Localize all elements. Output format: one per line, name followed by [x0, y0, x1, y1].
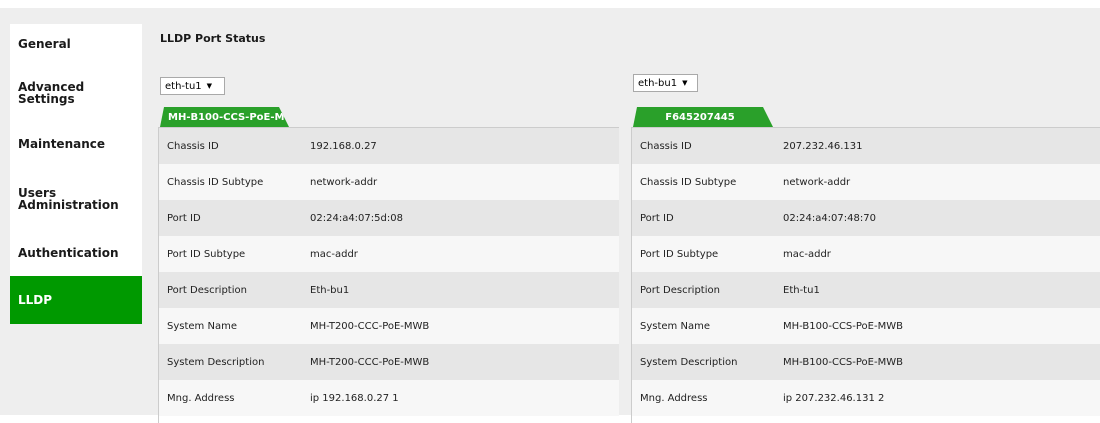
row-label: Port Description — [167, 284, 247, 296]
row-value: mac-addr — [310, 248, 358, 260]
sidebar-nav: General Advanced Settings Maintenance Us… — [10, 24, 142, 324]
row-value: 02:24:a4:07:5d:08 — [310, 212, 403, 224]
sidebar-item-general[interactable]: General — [10, 24, 142, 64]
row-value: 02:24:a4:07:48:70 — [783, 212, 876, 224]
chevron-down-icon: ▼ — [682, 79, 688, 87]
sidebar-item-advanced-settings[interactable]: Advanced Settings — [10, 64, 142, 121]
sidebar-item-label: General — [18, 37, 71, 51]
table-row: Port ID Subtype mac-addr — [159, 236, 619, 272]
port-select-right[interactable]: eth-bu1 ▼ — [633, 74, 698, 92]
table-row: Chassis ID 207.232.46.131 — [632, 128, 1100, 164]
table-row: Chassis ID Subtype network-addr — [159, 164, 619, 200]
row-label: Port ID Subtype — [640, 248, 719, 260]
row-value: ip 207.232.46.131 2 — [783, 392, 885, 404]
row-value: MH-T200-CCC-PoE-MWB — [310, 356, 430, 368]
table-row: Port ID 02:24:a4:07:5d:08 — [159, 200, 619, 236]
neighbor-tab-label: F645207445 — [665, 111, 735, 123]
table-row: Port ID Subtype mac-addr — [632, 236, 1100, 272]
row-label: Port ID Subtype — [167, 248, 246, 260]
port-select-left[interactable]: eth-tu1 ▼ — [160, 77, 225, 95]
sidebar-item-users-administration[interactable]: Users Administration — [10, 167, 142, 230]
sidebar-item-authentication[interactable]: Authentication — [10, 230, 142, 276]
row-value: 207.232.46.131 — [783, 140, 863, 152]
row-value: MH-T200-CCC-PoE-MWB — [310, 320, 430, 332]
row-label: System Name — [640, 320, 710, 332]
row-value: MH-B100-CCS-PoE-MWB — [783, 356, 903, 368]
neighbor-tab-left[interactable]: MH-B100-CCS-PoE-M... — [160, 107, 289, 127]
table-row: Chassis ID 192.168.0.27 — [159, 128, 619, 164]
neighbor-tab-right[interactable]: F645207445 — [633, 107, 773, 127]
sidebar-item-label: Maintenance — [18, 137, 106, 151]
row-value: Eth-bu1 — [310, 284, 350, 296]
table-row: Mng. Address ip 192.168.0.27 1 — [159, 380, 619, 416]
port-select-value: eth-tu1 — [165, 80, 202, 92]
table-row: System Name MH-B100-CCS-PoE-MWB — [632, 308, 1100, 344]
row-label: Port Description — [640, 284, 720, 296]
row-value: Eth-tu1 — [783, 284, 820, 296]
row-value: network-addr — [783, 176, 851, 188]
app-frame: General Advanced Settings Maintenance Us… — [0, 8, 1100, 423]
row-label: Chassis ID — [167, 140, 219, 152]
chevron-down-icon: ▼ — [206, 82, 213, 90]
row-value: MH-B100-CCS-PoE-MWB — [783, 320, 903, 332]
row-label: System Description — [167, 356, 265, 368]
lldp-table-left: Chassis ID 192.168.0.27 Chassis ID Subty… — [158, 127, 619, 423]
row-label: Chassis ID Subtype — [167, 176, 264, 188]
sidebar-item-label: Advanced Settings — [18, 79, 85, 106]
row-value: mac-addr — [783, 248, 831, 260]
table-row: System Name MH-T200-CCC-PoE-MWB — [159, 308, 619, 344]
sidebar-item-lldp[interactable]: LLDP — [10, 276, 142, 324]
page: General Advanced Settings Maintenance Us… — [0, 0, 1100, 423]
page-title: LLDP Port Status — [160, 32, 266, 45]
table-row: System Description MH-B100-CCS-PoE-MWB — [632, 344, 1100, 380]
table-row: Mng. Address ip 207.232.46.131 2 — [632, 380, 1100, 416]
row-value: 192.168.0.27 — [310, 140, 377, 152]
table-row: Port Description Eth-tu1 — [632, 272, 1100, 308]
sidebar-item-maintenance[interactable]: Maintenance — [10, 121, 142, 167]
row-label: Port ID — [167, 212, 201, 224]
row-label: Mng. Address — [167, 392, 235, 404]
lldp-table-right: Chassis ID 207.232.46.131 Chassis ID Sub… — [631, 127, 1100, 423]
row-label: Chassis ID — [640, 140, 692, 152]
row-label: System Description — [640, 356, 738, 368]
table-row: Port ID 02:24:a4:07:48:70 — [632, 200, 1100, 236]
neighbor-tab-label: MH-B100-CCS-PoE-M... — [168, 111, 289, 123]
row-label: Port ID — [640, 212, 674, 224]
row-value: ip 192.168.0.27 1 — [310, 392, 399, 404]
table-row: Chassis ID Subtype network-addr — [632, 164, 1100, 200]
row-label: Mng. Address — [640, 392, 708, 404]
main-content: LLDP Port Status eth-tu1 ▼ MH-B100-CCS-P… — [142, 16, 1100, 423]
table-row: Port Description Eth-bu1 — [159, 272, 619, 308]
sidebar-item-label: LLDP — [18, 293, 53, 307]
row-label: Chassis ID Subtype — [640, 176, 737, 188]
port-select-value: eth-bu1 — [638, 77, 678, 89]
table-row: System Description MH-T200-CCC-PoE-MWB — [159, 344, 619, 380]
row-value: network-addr — [310, 176, 378, 188]
sidebar-item-label: Users Administration — [18, 185, 119, 212]
row-label: System Name — [167, 320, 237, 332]
sidebar-item-label: Authentication — [18, 246, 119, 260]
